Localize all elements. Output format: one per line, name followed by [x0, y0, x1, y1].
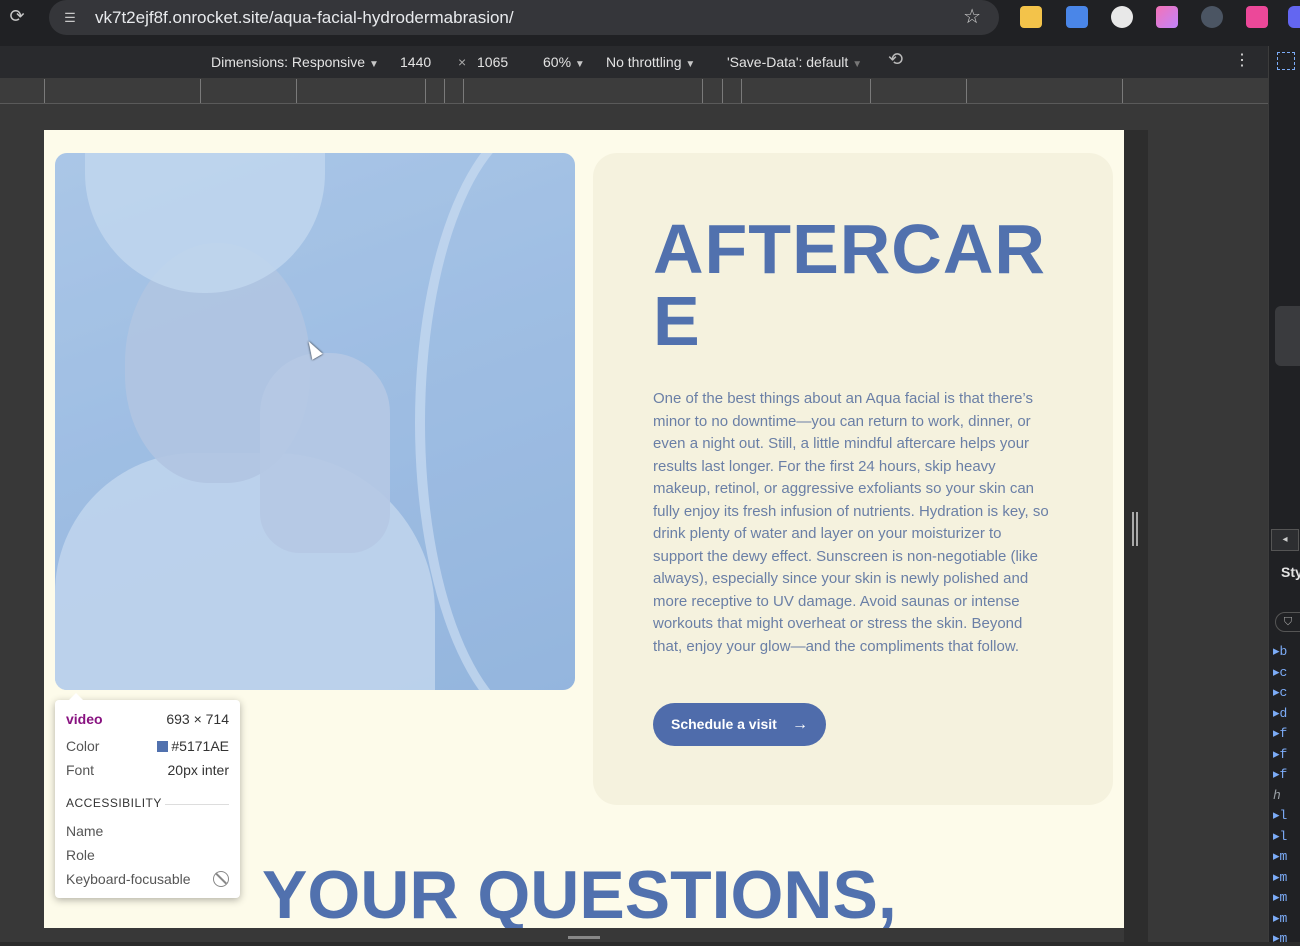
style-rule-item[interactable]: ▸c: [1273, 665, 1287, 680]
reload-icon[interactable]: ⟳: [6, 5, 28, 27]
address-bar[interactable]: ☰ vk7t2ejf8f.onrocket.site/aqua-facial-h…: [49, 0, 999, 35]
devtools-side-panel: ◂ Sty ⛉ ▸b ▸c ▸c ▸d ▸f ▸f ▸f h ▸l ▸l ▸m ▸m ▸m ▸m ▸m: [1268, 46, 1300, 946]
bookmark-star-icon[interactable]: ☆: [963, 5, 981, 29]
style-rule-item[interactable]: ▸m: [1273, 849, 1287, 864]
panel-scroll-thumb[interactable]: [1275, 306, 1300, 366]
style-rule-item[interactable]: ▸d: [1273, 706, 1287, 721]
tooltip-color-value: #5171AE: [171, 738, 229, 754]
throttling-label: No throttling: [606, 54, 682, 70]
extension-docs-icon[interactable]: [1066, 6, 1088, 28]
style-rule-item[interactable]: ▸f: [1273, 726, 1287, 741]
throttling-dropdown[interactable]: No throttling ▼: [606, 54, 695, 73]
extension-color-icon[interactable]: [1156, 6, 1178, 28]
tooltip-color-value-row: #5171AE: [157, 736, 229, 756]
style-rule-item[interactable]: ▸f: [1273, 767, 1287, 782]
tooltip-keyboard-label: Keyboard-focusable: [66, 871, 191, 887]
times-icon: ×: [458, 54, 467, 70]
rotate-icon[interactable]: ⟲: [888, 50, 903, 68]
save-data-label: 'Save-Data': default: [727, 54, 849, 70]
viewport-resize-handle[interactable]: [1132, 512, 1138, 546]
tooltip-name-label: Name: [66, 823, 104, 839]
tooltip-accessibility-heading: ACCESSIBILITY: [66, 796, 162, 810]
style-rule-item[interactable]: h: [1273, 788, 1281, 803]
save-data-dropdown[interactable]: 'Save-Data': default ▼: [727, 54, 862, 73]
inspect-highlight-overlay: [55, 153, 575, 690]
faq-heading: YOUR QUESTIONS,: [262, 857, 897, 928]
site-info-icon[interactable]: ☰: [59, 7, 81, 29]
dimensions-label: Dimensions: Responsive: [211, 54, 366, 70]
caret-down-icon: ▼: [368, 59, 379, 70]
tooltip-pointer: [69, 693, 83, 700]
aftercare-title: AFTERCARE: [653, 210, 1046, 360]
tooltip-size: 693 × 714: [166, 711, 229, 727]
extension-video-icon[interactable]: [1246, 6, 1268, 28]
media-query-ruler: [0, 79, 1268, 104]
more-options-icon[interactable]: ⋮: [1234, 52, 1250, 69]
extension-record-icon[interactable]: [1111, 6, 1133, 28]
tooltip-divider: [165, 804, 229, 805]
style-rule-item[interactable]: ▸l: [1273, 829, 1287, 844]
filter-icon[interactable]: ⛉: [1275, 612, 1300, 632]
inspector-tooltip: video 693 × 714 Color #5171AE Font 20px …: [55, 693, 240, 898]
viewport-bottom-handle[interactable]: [568, 936, 600, 939]
height-input[interactable]: 1065: [477, 54, 508, 71]
style-rule-item[interactable]: ▸b: [1273, 644, 1287, 659]
dimensions-dropdown[interactable]: Dimensions: Responsive ▼: [211, 54, 379, 73]
tooltip-color-label: Color: [66, 738, 100, 754]
aftercare-card: AFTERCARE One of the best things about a…: [593, 153, 1113, 805]
styles-tab[interactable]: Sty: [1281, 564, 1300, 580]
profile-icon[interactable]: [1288, 6, 1300, 28]
extension-eyedropper-icon[interactable]: [1201, 6, 1223, 28]
tooltip-font-label: Font: [66, 762, 95, 778]
schedule-visit-label: Schedule a visit: [671, 716, 777, 732]
zoom-label: 60%: [543, 54, 572, 70]
style-rule-item[interactable]: ▸c: [1273, 685, 1287, 700]
inspect-element-icon[interactable]: [1277, 52, 1295, 70]
style-rule-item[interactable]: ▸m: [1273, 911, 1287, 926]
style-rule-item[interactable]: ▸m: [1273, 931, 1287, 946]
caret-down-icon: ▼: [685, 59, 696, 70]
schedule-visit-button[interactable]: Schedule a visit →: [653, 703, 826, 746]
aftercare-body: One of the best things about an Aqua fac…: [653, 390, 1049, 655]
style-rule-item[interactable]: ▸m: [1273, 870, 1287, 885]
device-toolbar: Dimensions: Responsive ▼ 1440 × 1065 60%…: [0, 46, 1268, 79]
caret-down-icon: ▼: [574, 59, 585, 70]
zoom-dropdown[interactable]: 60% ▼: [543, 54, 585, 73]
tooltip-tag: video: [66, 711, 103, 727]
width-input[interactable]: 1440: [400, 54, 431, 71]
extension-notes-icon[interactable]: [1020, 6, 1042, 28]
style-rule-item[interactable]: ▸m: [1273, 890, 1287, 905]
style-rule-item[interactable]: ▸l: [1273, 808, 1287, 823]
browser-toolbar: ⟳ ☰ vk7t2ejf8f.onrocket.site/aqua-facial…: [0, 0, 1300, 46]
style-rule-item[interactable]: ▸f: [1273, 747, 1287, 762]
caret-down-icon: ▼: [852, 59, 863, 70]
tooltip-role-label: Role: [66, 847, 95, 863]
url-text[interactable]: vk7t2ejf8f.onrocket.site/aqua-facial-hyd…: [95, 8, 514, 28]
color-swatch-icon: [157, 741, 169, 752]
not-focusable-icon: [213, 869, 229, 889]
panel-collapse-icon[interactable]: ◂: [1271, 529, 1299, 551]
arrow-right-icon: →: [792, 716, 808, 733]
tooltip-font-value: 20px inter: [167, 762, 229, 778]
aftercare-video[interactable]: [55, 153, 575, 690]
